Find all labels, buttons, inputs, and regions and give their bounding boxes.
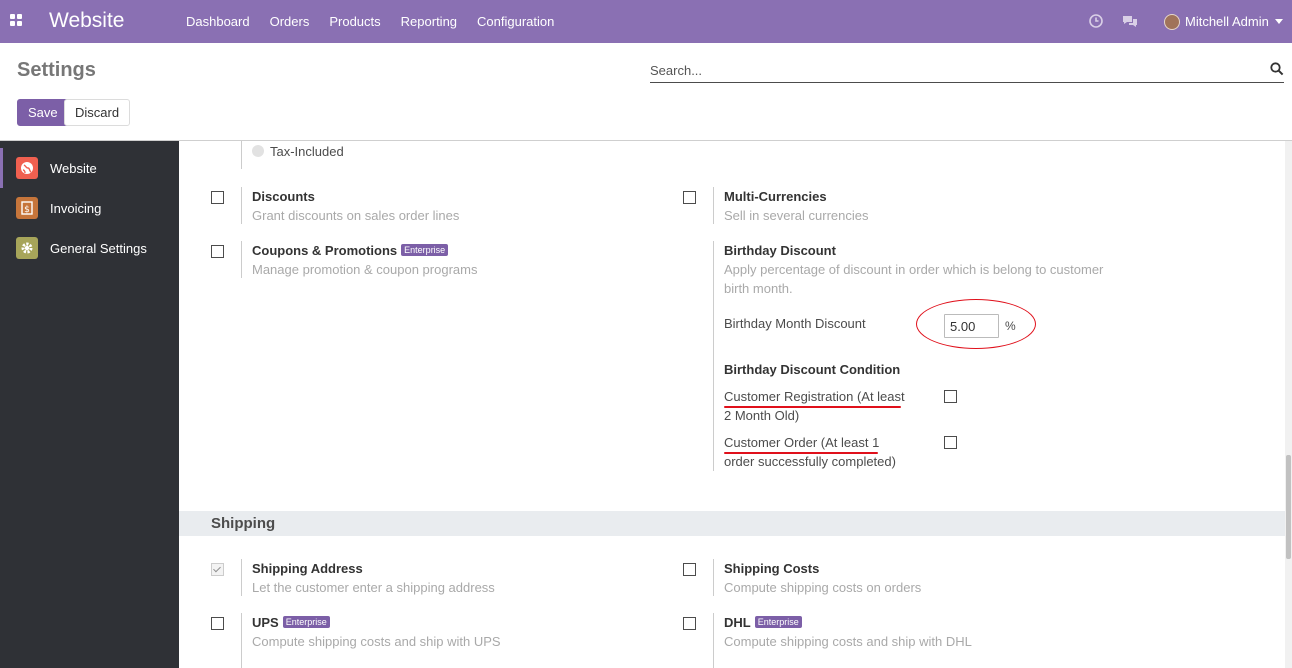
sidebar-item-label: General Settings [50,240,147,256]
enterprise-badge: Enterprise [401,244,449,256]
cond-registration-label: Customer Registration (At least [724,389,905,404]
ups-label-text: UPS [252,615,279,630]
ups-checkbox[interactable] [211,617,224,630]
menu-configuration[interactable]: Configuration [467,0,564,43]
enterprise-badge: Enterprise [282,616,330,628]
tax-included-radio[interactable] [252,145,264,157]
save-button[interactable]: Save [17,99,69,126]
dhl-label-text: DHL [724,615,751,630]
search-input[interactable] [650,59,1250,81]
coupons-label: Coupons & Promotions Enterprise [252,243,449,258]
menu-reporting[interactable]: Reporting [391,0,467,43]
multi-currencies-label: Multi-Currencies [724,189,827,204]
cond-order-label: Customer Order (At least 1 [724,435,880,450]
shipping-section-header: Shipping [179,511,1285,536]
menu-dashboard[interactable]: Dashboard [176,0,260,43]
birthday-discount-desc: Apply percentage of discount in order wh… [724,262,1104,277]
settings-content: Tax-Included Discounts Grant discounts o… [179,141,1285,668]
shipping-costs-desc: Compute shipping costs on orders [724,580,922,595]
main-scrollbar[interactable] [1285,141,1292,668]
setting-divider [241,613,242,668]
shipping-address-desc: Let the customer enter a shipping addres… [252,580,495,595]
discounts-desc: Grant discounts on sales order lines [252,208,460,223]
user-menu[interactable]: Mitchell Admin [1164,0,1283,43]
menu-products[interactable]: Products [319,0,390,43]
coupons-desc: Manage promotion & coupon programs [252,262,478,277]
settings-sidebar: Website $ Invoicing General Settings [0,141,179,668]
website-globe-icon [16,157,38,179]
shipping-address-label: Shipping Address [252,561,363,576]
annotation-underline [724,406,901,408]
chat-bubbles-icon[interactable] [1122,13,1138,29]
discard-button[interactable]: Discard [64,99,131,126]
scrollbar-thumb[interactable] [1286,455,1291,559]
setting-divider [713,241,714,471]
sidebar-item-invoicing[interactable]: $ Invoicing [0,188,179,228]
main-menu: Dashboard Orders Products Reporting Conf… [176,0,564,43]
discounts-label: Discounts [252,189,315,204]
page-title: Settings [17,59,96,81]
sidebar-item-website[interactable]: Website [0,148,179,188]
cond-registration-checkbox[interactable] [944,390,957,403]
user-name: Mitchell Admin [1185,14,1269,29]
shipping-costs-label: Shipping Costs [724,561,820,576]
setting-divider [713,187,714,224]
birthday-month-discount-label: Birthday Month Discount [724,316,866,331]
search-bar [650,59,1284,83]
annotation-underline [724,452,878,454]
cond-order-label-2: order successfully completed) [724,454,896,469]
setting-divider [713,559,714,596]
gear-icon [16,237,38,259]
ups-label: UPS Enterprise [252,615,330,630]
shipping-address-checkbox[interactable] [211,563,224,576]
svg-text:$: $ [24,205,30,215]
top-navbar: Website Dashboard Orders Products Report… [0,0,1292,43]
control-panel: Settings Save Discard [0,43,1292,141]
multi-currencies-checkbox[interactable] [683,191,696,204]
cond-registration-label-2: 2 Month Old) [724,408,800,423]
user-avatar [1164,13,1180,30]
birthday-discount-label: Birthday Discount [724,243,836,258]
invoice-icon: $ [16,197,38,219]
dhl-label: DHL Enterprise [724,615,802,630]
shipping-costs-checkbox[interactable] [683,563,696,576]
setting-divider [241,241,242,278]
enterprise-badge: Enterprise [754,616,802,628]
menu-orders[interactable]: Orders [260,0,320,43]
coupons-checkbox[interactable] [211,245,224,258]
shipping-section-title: Shipping [211,515,276,532]
setting-divider [241,141,242,169]
clock-activity-icon[interactable] [1088,13,1104,29]
birthday-condition-title: Birthday Discount Condition [724,362,901,377]
discounts-checkbox[interactable] [211,191,224,204]
coupons-label-text: Coupons & Promotions [252,243,398,258]
ups-desc: Compute shipping costs and ship with UPS [252,634,501,649]
sidebar-item-label: Invoicing [50,200,102,216]
chevron-down-icon [1274,19,1283,24]
setting-divider [241,187,242,224]
setting-divider [713,613,714,668]
apps-menu-icon[interactable] [10,14,24,28]
dhl-desc: Compute shipping costs and ship with DHL [724,634,972,649]
annotation-circle [916,299,1036,349]
birthday-discount-desc-2: birth month. [724,281,793,296]
tax-included-label: Tax-Included [270,144,344,159]
cond-order-checkbox[interactable] [944,436,957,449]
search-icon[interactable] [1270,62,1284,76]
dhl-checkbox[interactable] [683,617,696,630]
multi-currencies-desc: Sell in several currencies [724,208,869,223]
setting-divider [241,559,242,596]
sidebar-item-label: Website [50,160,97,176]
app-brand[interactable]: Website [49,9,124,33]
sidebar-item-general-settings[interactable]: General Settings [0,228,179,268]
